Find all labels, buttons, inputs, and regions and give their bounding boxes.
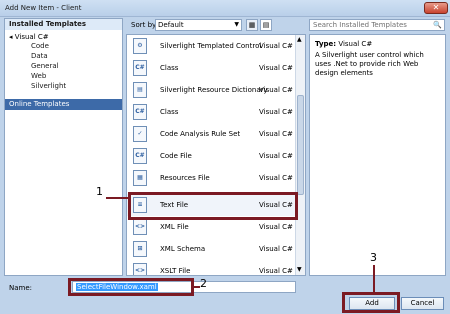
sort-by-select[interactable]: Default ▼ xyxy=(155,19,242,31)
template-language: Visual C# xyxy=(259,130,293,138)
code-file-icon: C# xyxy=(133,148,147,164)
scroll-up-icon[interactable]: ▲ xyxy=(297,36,302,43)
template-name: XML Schema xyxy=(160,245,206,253)
template-name: XML File xyxy=(160,223,189,231)
template-row[interactable]: C# Class Visual C# xyxy=(127,101,295,123)
scrollbar-thumb[interactable] xyxy=(297,95,304,195)
tree-item-silverlight[interactable]: Silverlight xyxy=(31,82,66,91)
sort-by-label: Sort by: xyxy=(131,21,159,29)
tree-item-data[interactable]: Data xyxy=(31,52,48,61)
template-row[interactable]: ▦ Resources File Visual C# xyxy=(127,167,295,189)
template-name: Code Analysis Rule Set xyxy=(160,130,241,138)
template-row[interactable]: C# Code File Visual C# xyxy=(127,145,295,167)
template-language: Visual C# xyxy=(259,42,293,50)
tree-node-visual-csharp[interactable]: ◂ Visual C# xyxy=(9,33,49,42)
sort-by-value: Default xyxy=(158,21,184,29)
template-language: Visual C# xyxy=(259,152,293,160)
template-row[interactable]: <> XSLT File Visual C# xyxy=(127,260,295,275)
template-name: Silverlight Resource Dictionary xyxy=(160,86,268,94)
title-bar: Add New Item - Client ✕ xyxy=(0,0,450,17)
callout-line-3 xyxy=(373,265,375,293)
tree-item-code[interactable]: Code xyxy=(31,42,49,51)
template-language: Visual C# xyxy=(259,245,293,253)
list-view-button[interactable]: ▤ xyxy=(260,19,272,31)
template-name: Class xyxy=(160,64,179,72)
template-row[interactable]: ⚙ Silverlight Templated Control Visual C… xyxy=(127,35,295,57)
template-info-panel: Type: Visual C# A Silverlight user contr… xyxy=(309,34,446,276)
window-title: Add New Item - Client xyxy=(5,4,82,12)
tree-item-web[interactable]: Web xyxy=(31,72,46,81)
resources-file-icon: ▦ xyxy=(133,170,147,186)
template-row[interactable]: C# Class Visual C# xyxy=(127,57,295,79)
chevron-down-icon: ▼ xyxy=(234,21,239,28)
csharp-class-icon: C# xyxy=(133,60,147,76)
search-icon[interactable]: 🔍 xyxy=(433,20,442,30)
template-row[interactable]: ✓ Code Analysis Rule Set Visual C# xyxy=(127,123,295,145)
template-row[interactable]: ▤ Silverlight Resource Dictionary Visual… xyxy=(127,79,295,101)
template-language: Visual C# xyxy=(259,86,293,94)
template-name: Resources File xyxy=(160,174,210,182)
xml-schema-icon: ⊞ xyxy=(133,241,147,257)
close-button[interactable]: ✕ xyxy=(424,2,448,14)
online-templates-item[interactable]: Online Templates xyxy=(5,99,122,110)
xml-file-icon: <> xyxy=(133,219,147,235)
template-language: Visual C# xyxy=(259,64,293,72)
template-name: XSLT File xyxy=(160,267,191,275)
callout-number-2: 2 xyxy=(200,277,207,290)
silverlight-control-icon: ⚙ xyxy=(133,38,147,54)
template-language: Visual C# xyxy=(259,174,293,182)
scroll-down-icon[interactable]: ▼ xyxy=(297,266,302,273)
name-label: Name: xyxy=(9,284,33,292)
callout-number-3: 3 xyxy=(370,251,377,264)
template-list-scrollbar[interactable]: ▲ ▼ xyxy=(295,35,305,275)
medium-icons-view-button[interactable]: ▦ xyxy=(246,19,258,31)
template-language: Visual C# xyxy=(259,223,293,231)
search-placeholder: Search Installed Templates xyxy=(313,21,407,29)
xslt-file-icon: <> xyxy=(133,263,147,275)
installed-templates-header[interactable]: Installed Templates xyxy=(5,19,122,30)
template-name: Class xyxy=(160,108,179,116)
template-row[interactable]: ⊞ XML Schema Visual C# xyxy=(127,238,295,260)
callout-box-3 xyxy=(342,292,400,313)
template-name: Code File xyxy=(160,152,192,160)
template-description: A Silverlight user control which uses .N… xyxy=(315,51,424,77)
type-value: Visual C# xyxy=(338,40,373,48)
callout-box-1 xyxy=(128,192,298,220)
callout-number-1: 1 xyxy=(96,185,103,198)
template-name: Silverlight Templated Control xyxy=(160,42,262,50)
tree-item-general[interactable]: General xyxy=(31,62,59,71)
template-list: ⚙ Silverlight Templated Control Visual C… xyxy=(126,34,306,276)
template-type: Type: Visual C# xyxy=(315,40,372,49)
callout-line-2 xyxy=(192,286,200,288)
callout-line-1 xyxy=(106,197,130,199)
ruleset-icon: ✓ xyxy=(133,126,147,142)
template-language: Visual C# xyxy=(259,108,293,116)
search-input[interactable]: Search Installed Templates 🔍 xyxy=(309,19,445,31)
add-new-item-dialog: Add New Item - Client ✕ Installed Templa… xyxy=(0,0,450,314)
resource-dictionary-icon: ▤ xyxy=(133,82,147,98)
type-label: Type: xyxy=(315,40,337,48)
template-language: Visual C# xyxy=(259,267,293,275)
csharp-class-icon: C# xyxy=(133,104,147,120)
cancel-button[interactable]: Cancel xyxy=(401,297,444,310)
template-categories-panel: Installed Templates ◂ Visual C# Code Dat… xyxy=(4,18,123,276)
callout-box-2 xyxy=(68,278,194,296)
